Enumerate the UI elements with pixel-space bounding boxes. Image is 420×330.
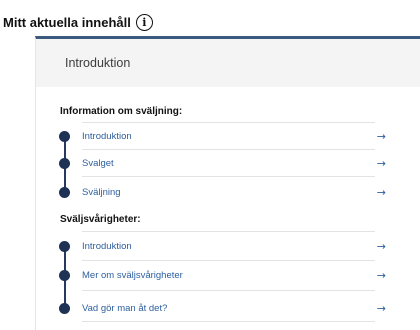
- arrow-right-icon: →: [376, 185, 386, 199]
- timeline-dot: [59, 241, 70, 252]
- timeline-dot: [59, 187, 70, 198]
- card-header: Introduktion: [36, 39, 420, 87]
- content-card: Introduktion Information om sväljning: I…: [35, 36, 420, 330]
- list-item-vad-gor-man-at-det[interactable]: Vad gör man åt det? →: [76, 297, 386, 319]
- timeline-dot: [59, 158, 70, 169]
- divider: [82, 321, 375, 322]
- list-item-label: Sväljning: [82, 186, 121, 198]
- timeline-dot: [59, 270, 70, 281]
- divider: [82, 231, 375, 232]
- section-title-swallowing: Information om sväljning:: [60, 106, 183, 117]
- list-item-label: Introduktion: [82, 130, 132, 142]
- list-item-label: Svalget: [82, 157, 114, 169]
- list-item-introduktion-2[interactable]: Introduktion →: [76, 235, 386, 257]
- list-item-label: Vad gör man åt det?: [82, 302, 168, 314]
- divider: [82, 260, 375, 261]
- list-item-svalget[interactable]: Svalget →: [76, 152, 386, 174]
- arrow-right-icon: →: [376, 268, 386, 282]
- list-item-mer-om-svaljsvarigheter[interactable]: Mer om sväljsvårigheter →: [76, 264, 386, 286]
- content-header: Mitt aktuella innehåll i: [0, 11, 153, 33]
- timeline-dot: [59, 303, 70, 314]
- arrow-right-icon: →: [376, 239, 386, 253]
- section-title-swallowing-difficulties: Sväljsvårigheter:: [60, 214, 141, 225]
- list-item-label: Introduktion: [82, 240, 132, 252]
- card-title: Introduktion: [65, 56, 131, 70]
- timeline-dot: [59, 131, 70, 142]
- arrow-right-icon: →: [376, 129, 386, 143]
- divider: [82, 176, 375, 177]
- divider: [82, 290, 375, 291]
- list-item-svaljning[interactable]: Sväljning →: [76, 181, 386, 203]
- divider: [82, 149, 375, 150]
- list-item-label: Mer om sväljsvårigheter: [82, 269, 183, 281]
- arrow-right-icon: →: [376, 156, 386, 170]
- arrow-right-icon: →: [376, 301, 386, 315]
- info-icon[interactable]: i: [135, 13, 153, 31]
- list-item-introduktion[interactable]: Introduktion →: [76, 125, 386, 147]
- page-title: Mitt aktuella innehåll: [3, 14, 131, 30]
- divider: [82, 122, 375, 123]
